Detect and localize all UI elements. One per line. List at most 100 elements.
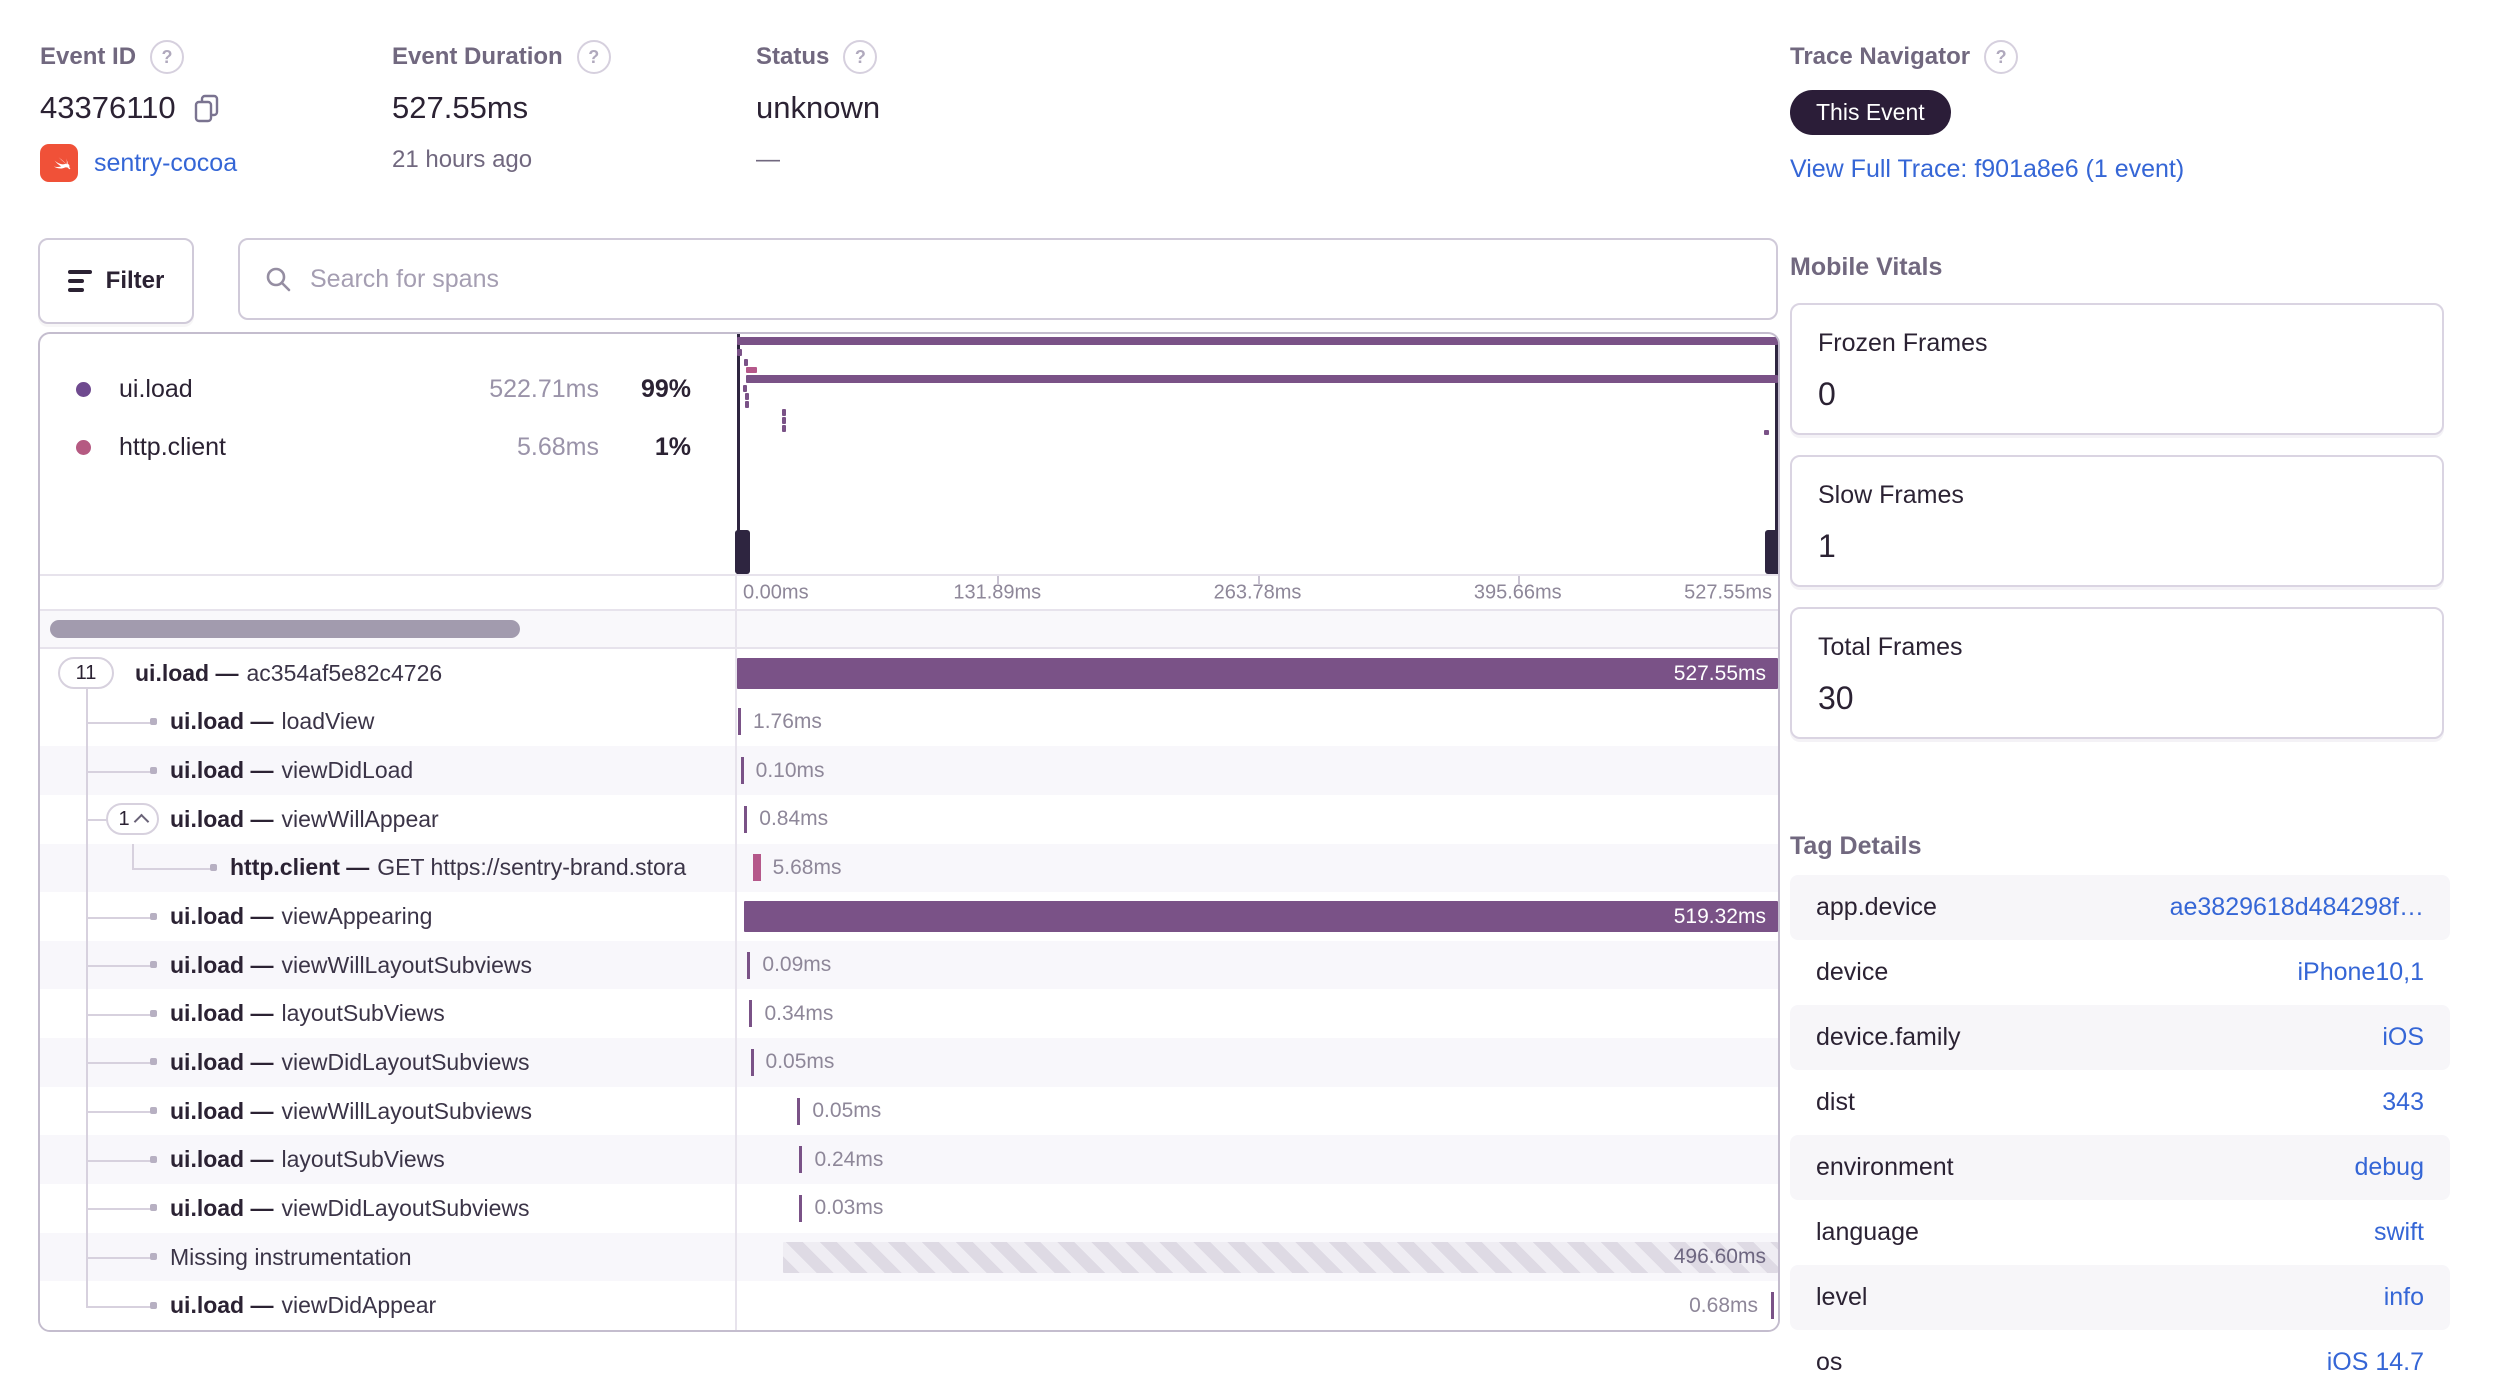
legend-row[interactable]: ui.load 522.71ms 99% bbox=[40, 360, 737, 418]
status-value: unknown bbox=[756, 90, 881, 125]
tree-connector bbox=[86, 819, 108, 822]
tree-connector bbox=[86, 1062, 150, 1065]
tag-key: app.device bbox=[1816, 893, 1937, 921]
tag-row: environment debug bbox=[1790, 1135, 2450, 1200]
span-row-text: ui.load — ac354af5e82c4726 bbox=[135, 649, 442, 698]
span-row-bar-area: 0.09ms bbox=[737, 941, 1778, 990]
tag-value[interactable]: ae3829618d484298f… bbox=[2170, 893, 2424, 922]
span-row[interactable]: ui.load — layoutSubViews 0.34ms bbox=[40, 989, 1778, 1039]
axis-label: 527.55ms bbox=[1684, 581, 1772, 603]
tree-connector bbox=[86, 1111, 150, 1114]
tree-connector bbox=[86, 770, 150, 773]
mini-span bbox=[746, 367, 757, 373]
span-op: ui.load — bbox=[170, 1146, 274, 1173]
span-duration-tick bbox=[752, 854, 761, 882]
span-children-badge[interactable]: 11 bbox=[58, 657, 114, 690]
span-row[interactable]: http.client — GET https://sentry-brand.s… bbox=[40, 843, 1778, 893]
span-duration-bar[interactable]: 527.55ms bbox=[737, 658, 1778, 689]
view-full-trace-link[interactable]: View Full Trace: f901a8e6 (1 event) bbox=[1790, 155, 2184, 183]
span-row[interactable]: ui.load — loadView 1.76ms bbox=[40, 697, 1778, 747]
horizontal-scrollbar[interactable] bbox=[50, 620, 520, 638]
span-row[interactable]: 1 ui.load — viewWillAppear 0.84ms bbox=[40, 794, 1778, 844]
filter-button-label: Filter bbox=[105, 267, 165, 294]
axis-tick bbox=[1517, 576, 1520, 585]
op-name: http.client bbox=[119, 432, 227, 461]
help-icon[interactable]: ? bbox=[150, 40, 185, 74]
mobile-vitals-title: Mobile Vitals bbox=[1790, 253, 1943, 281]
span-row[interactable]: ui.load — viewDidLayoutSubviews 0.05ms bbox=[40, 1038, 1778, 1087]
help-icon[interactable]: ? bbox=[843, 40, 878, 74]
tag-value[interactable]: debug bbox=[2354, 1153, 2424, 1182]
span-row[interactable]: ui.load — viewDidLoad 0.10ms bbox=[40, 746, 1778, 795]
span-row[interactable]: ui.load — viewDidAppear 0.68ms bbox=[40, 1281, 1778, 1330]
viewport-right-handle[interactable] bbox=[1765, 530, 1778, 574]
span-row[interactable]: ui.load — viewWillLayoutSubviews 0.09ms bbox=[40, 940, 1778, 990]
tag-value[interactable]: iPhone10,1 bbox=[2297, 958, 2424, 987]
span-row-bar-area: 0.05ms bbox=[737, 1038, 1778, 1087]
vital-value: 1 bbox=[1818, 528, 1836, 564]
legend-row[interactable]: http.client 5.68ms 1% bbox=[40, 418, 737, 476]
span-tick-wrap: 0.03ms bbox=[799, 1184, 883, 1233]
span-row[interactable]: ui.load — layoutSubViews 0.24ms bbox=[40, 1135, 1778, 1185]
span-row-bar-area: 0.68ms bbox=[737, 1281, 1778, 1330]
span-op: ui.load — bbox=[170, 951, 274, 978]
span-op: ui.load — bbox=[135, 659, 239, 686]
span-row[interactable]: ui.load — viewDidLayoutSubviews 0.03ms bbox=[40, 1184, 1778, 1233]
trace-minimap[interactable] bbox=[735, 334, 1778, 574]
span-duration-label: 0.10ms bbox=[755, 758, 825, 782]
help-icon[interactable]: ? bbox=[576, 40, 611, 74]
filter-button[interactable]: Filter bbox=[38, 238, 194, 324]
span-description: viewWillLayoutSubviews bbox=[281, 1097, 533, 1124]
span-op: ui.load — bbox=[170, 805, 274, 832]
span-duration-tick bbox=[744, 805, 748, 833]
tag-value[interactable]: info bbox=[2384, 1283, 2424, 1312]
tag-value[interactable]: iOS bbox=[2382, 1023, 2424, 1052]
tag-key: environment bbox=[1816, 1153, 1954, 1181]
span-row-text: ui.load — viewWillLayoutSubviews bbox=[170, 941, 532, 990]
span-children-badge[interactable]: 1 bbox=[106, 803, 159, 836]
copy-icon[interactable] bbox=[192, 93, 222, 123]
mini-span bbox=[782, 417, 786, 424]
mini-span bbox=[782, 409, 786, 416]
span-duration-tick bbox=[747, 951, 751, 979]
span-duration-tick bbox=[799, 1194, 803, 1222]
axis-tick bbox=[997, 576, 1000, 585]
span-row[interactable]: 11 ui.load — ac354af5e82c4726 527.55ms bbox=[40, 649, 1778, 698]
axis-tick bbox=[1257, 576, 1260, 585]
vital-label: Total Frames bbox=[1818, 633, 1963, 661]
tag-value[interactable]: swift bbox=[2374, 1218, 2424, 1247]
span-op: ui.load — bbox=[170, 903, 274, 930]
span-tick-wrap: 0.84ms bbox=[744, 795, 828, 844]
project-link[interactable]: sentry-cocoa bbox=[94, 149, 237, 178]
span-row[interactable]: ui.load — viewAppearing 519.32ms bbox=[40, 892, 1778, 941]
tag-value[interactable]: 343 bbox=[2382, 1088, 2424, 1117]
search-input[interactable] bbox=[308, 263, 1752, 295]
status-label: Status bbox=[756, 43, 830, 70]
span-tick-wrap: 0.24ms bbox=[799, 1135, 883, 1184]
vital-value: 0 bbox=[1818, 376, 1836, 412]
help-icon[interactable]: ? bbox=[1984, 40, 2019, 74]
span-row[interactable]: ui.load — viewWillLayoutSubviews 0.05ms bbox=[40, 1086, 1778, 1136]
tree-connector bbox=[86, 1281, 88, 1306]
span-row-left: ui.load — viewDidAppear bbox=[40, 1281, 737, 1330]
span-row-left: ui.load — loadView bbox=[40, 697, 737, 747]
tree-connector bbox=[86, 1159, 150, 1162]
viewport-left-handle[interactable] bbox=[735, 530, 750, 574]
span-duration-bar[interactable]: 519.32ms bbox=[744, 901, 1778, 933]
span-row-text: Missing instrumentation bbox=[170, 1243, 412, 1270]
span-description: viewDidAppear bbox=[281, 1292, 437, 1319]
tree-connector bbox=[86, 721, 150, 724]
span-op: ui.load — bbox=[170, 1292, 274, 1319]
tag-value[interactable]: iOS 14.7 bbox=[2327, 1348, 2424, 1377]
span-row[interactable]: Missing instrumentation 496.60ms bbox=[40, 1232, 1778, 1282]
span-row-bar-area: 1.76ms bbox=[737, 698, 1778, 747]
event-duration-ago: 21 hours ago bbox=[392, 146, 533, 173]
span-duration-label: 0.05ms bbox=[812, 1099, 882, 1123]
span-description: viewAppearing bbox=[281, 903, 433, 930]
this-event-badge[interactable]: This Event bbox=[1790, 90, 1951, 135]
tree-connector bbox=[86, 1013, 150, 1016]
span-row-bar-area: 0.34ms bbox=[737, 989, 1778, 1038]
vital-card-frozen-frames: Frozen Frames 0 bbox=[1790, 303, 2444, 435]
event-id-label: Event ID bbox=[40, 43, 137, 70]
span-tick-wrap: 0.05ms bbox=[750, 1038, 834, 1087]
